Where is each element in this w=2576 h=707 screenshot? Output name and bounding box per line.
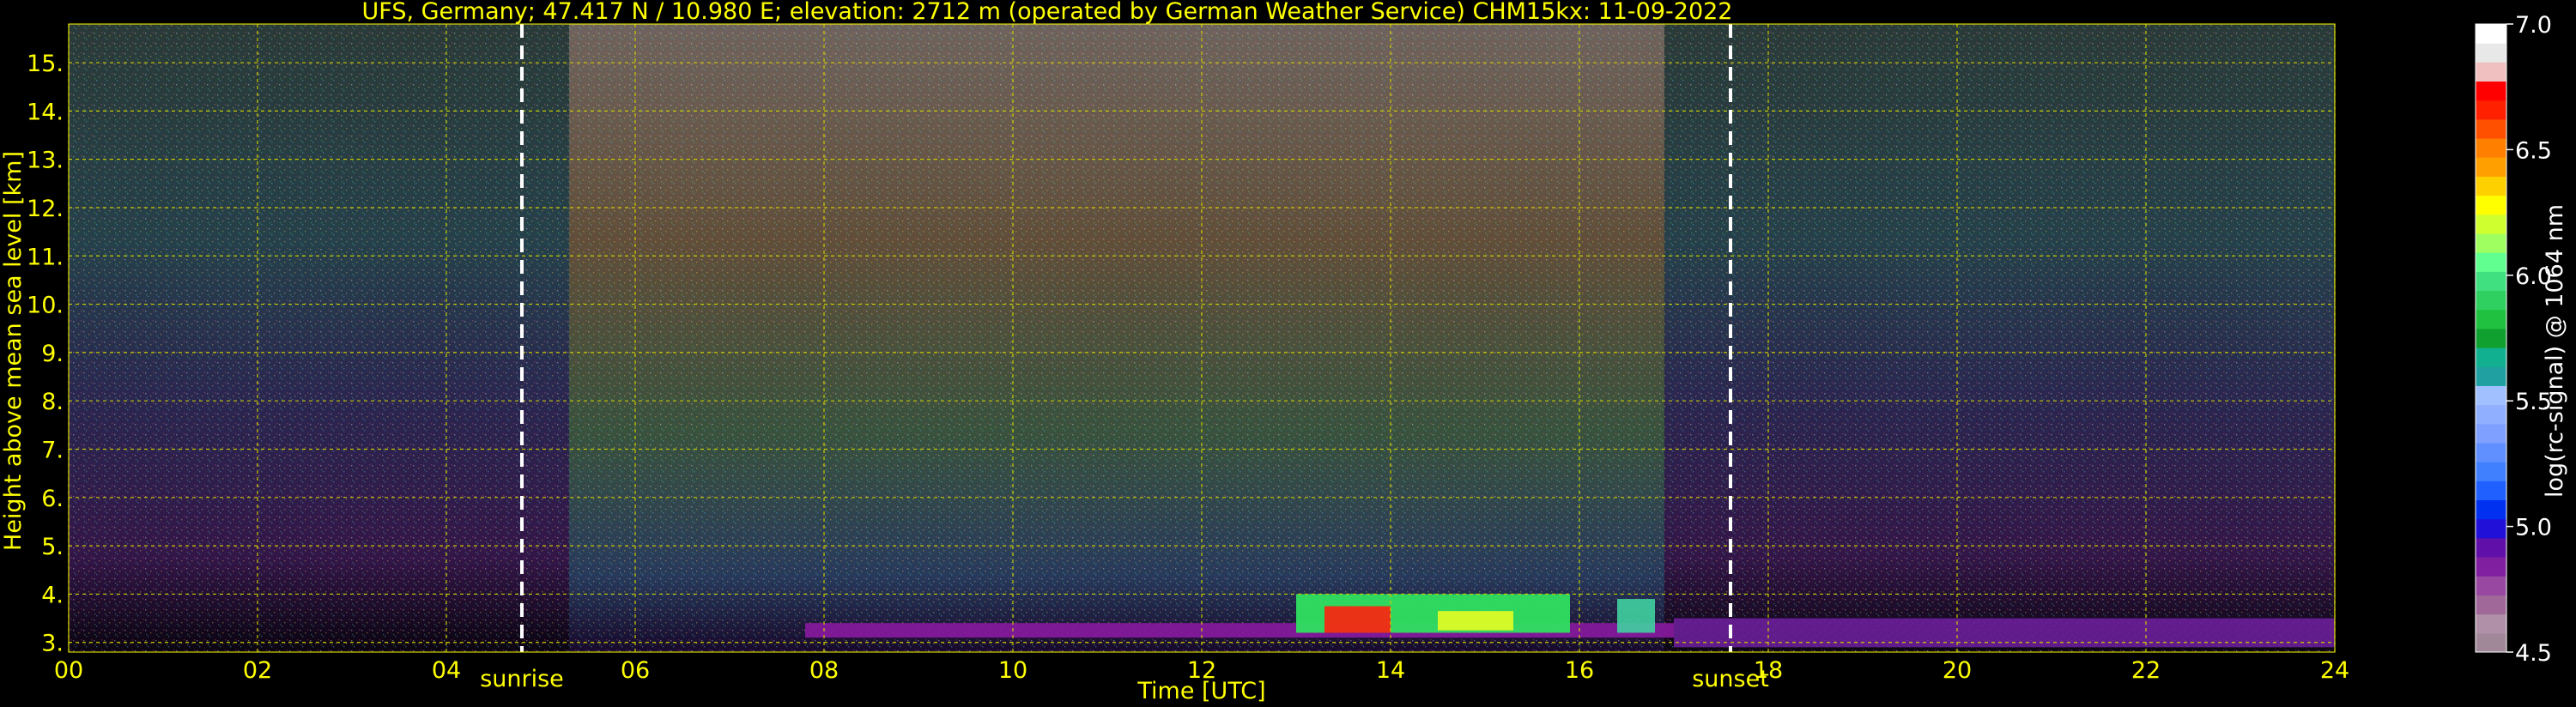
y-tick-label: 7. — [41, 438, 64, 464]
colorbar-segment — [2476, 347, 2506, 367]
colorbar-segment — [2476, 157, 2506, 177]
colorbar-segment — [2476, 385, 2506, 406]
y-tick-label: 10. — [27, 293, 64, 319]
colorbar-segment — [2476, 328, 2506, 348]
colorbar-segment — [2476, 557, 2506, 577]
x-tick-label: 08 — [809, 657, 839, 684]
y-tick-label: 4. — [41, 582, 64, 608]
y-tick-label: 14. — [27, 99, 64, 125]
y-tick-label: 6. — [41, 486, 64, 512]
colorbar-segment — [2476, 366, 2506, 386]
colorbar-segment — [2476, 252, 2506, 272]
y-tick-label: 15. — [27, 51, 64, 77]
plot-area: sunrise sunset — [68, 23, 2336, 692]
colorbar-segment — [2476, 537, 2506, 558]
colorbar-segment — [2476, 309, 2506, 329]
colorbar-segment — [2476, 43, 2506, 63]
x-tick-label: 14 — [1376, 657, 1405, 684]
sunrise-label: sunrise — [480, 666, 564, 692]
colorbar-segment — [2476, 62, 2506, 82]
y-tick-label: 11. — [27, 244, 64, 270]
colorbar-segment — [2476, 195, 2506, 215]
signal-speckle — [69, 24, 2335, 652]
colorbar-segment — [2476, 100, 2506, 120]
colorbar-segment — [2476, 404, 2506, 425]
chart-title: UFS, Germany; 47.417 N / 10.980 E; eleva… — [362, 0, 1733, 25]
feature-convective-cloud-core — [1324, 606, 1391, 633]
colorbar: 7.06.56.05.55.04.5 log(rc-signal) @ 1064… — [2475, 12, 2568, 667]
colorbar-tick-label: 7.0 — [2515, 12, 2552, 39]
colorbar-segment — [2476, 613, 2506, 634]
x-axis-label: Time [UTC] — [1136, 678, 1265, 704]
x-tick-label: 24 — [2320, 657, 2349, 684]
y-axis-ticks: 3. 4. 5. 6. 7. 8. 9. 10. 11. 12. 13. 14. 15. — [27, 51, 64, 657]
colorbar-segment — [2476, 518, 2506, 539]
y-tick-label: 9. — [41, 341, 64, 367]
x-tick-label: 10 — [998, 657, 1027, 684]
x-tick-label: 18 — [1754, 657, 1783, 684]
colorbar-segment — [2476, 499, 2506, 520]
x-tick-label: 02 — [243, 657, 272, 684]
colorbar-segment — [2476, 576, 2506, 595]
feature-convective-cloud-mid — [1438, 611, 1513, 631]
colorbar-segment — [2476, 214, 2506, 234]
colorbar-segments — [2476, 24, 2506, 653]
feature-cloud — [1617, 599, 1655, 633]
colorbar-segment — [2476, 443, 2506, 462]
x-tick-label: 00 — [54, 657, 83, 684]
colorbar-tick-label: 4.5 — [2515, 640, 2552, 667]
colorbar-segment — [2476, 632, 2506, 653]
x-tick-label: 06 — [621, 657, 650, 684]
x-tick-label: 04 — [432, 657, 461, 684]
colorbar-segment — [2476, 118, 2506, 139]
y-tick-label: 8. — [41, 389, 64, 415]
colorbar-segment — [2476, 176, 2506, 196]
x-tick-label: 20 — [1943, 657, 1972, 684]
colorbar-segment — [2476, 290, 2506, 311]
colorbar-segment — [2476, 24, 2506, 44]
y-tick-label: 3. — [41, 631, 64, 657]
colorbar-segment — [2476, 480, 2506, 501]
y-tick-label: 12. — [27, 196, 64, 222]
x-tick-label: 22 — [2131, 657, 2161, 684]
colorbar-segment — [2476, 233, 2506, 253]
y-tick-label: 13. — [27, 148, 64, 174]
y-tick-label: 5. — [41, 534, 64, 560]
colorbar-segment — [2476, 271, 2506, 292]
colorbar-tick-label: 5.0 — [2515, 515, 2552, 541]
colorbar-segment — [2476, 81, 2506, 101]
ceilometer-chart: sunrise sunset 00 02 04 06 08 10 12 14 16 18 20 22 24… — [0, 0, 2568, 704]
colorbar-segment — [2476, 595, 2506, 615]
colorbar-segment — [2476, 462, 2506, 481]
x-tick-label: 16 — [1565, 657, 1594, 684]
y-axis-label: Height above mean sea level [km] — [0, 151, 27, 551]
colorbar-segment — [2476, 138, 2506, 158]
colorbar-label: log(rc-signal) @ 1064 nm — [2542, 204, 2568, 498]
colorbar-tick-label: 6.5 — [2515, 137, 2552, 164]
colorbar-segment — [2476, 423, 2506, 444]
